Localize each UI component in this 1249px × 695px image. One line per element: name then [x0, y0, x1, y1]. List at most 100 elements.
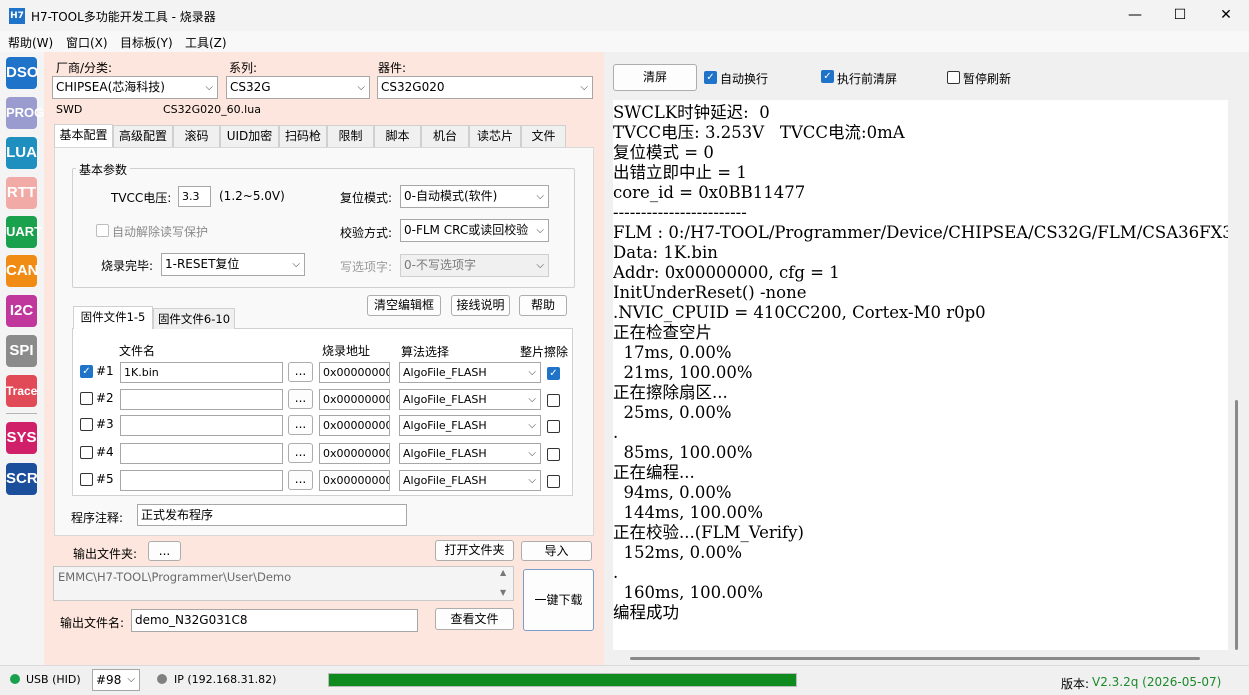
full-erase-checkbox[interactable] — [547, 394, 560, 407]
erase-header: 整片擦除 — [520, 345, 569, 359]
tab-files-1-5[interactable]: 固件文件1-5 — [73, 306, 153, 329]
file-name-input[interactable]: 1K.bin — [120, 362, 283, 383]
one-key-download-button[interactable]: 一键下载 — [523, 569, 594, 631]
file-enable-checkbox[interactable] — [80, 418, 93, 431]
burn-done-select[interactable]: 1-RESET复位 ⌵ — [161, 253, 305, 276]
console-vertical-scrollbar[interactable] — [1235, 400, 1238, 650]
file-name-input[interactable] — [120, 470, 283, 491]
clear-editor-button[interactable]: 清空编辑框 — [367, 295, 441, 316]
tab-script[interactable]: 脚本 — [374, 125, 421, 147]
open-folder-button[interactable]: 打开文件夹 — [435, 540, 514, 561]
file-address-input[interactable]: 0x00000000 — [319, 415, 390, 436]
file-browse-button[interactable]: ... — [288, 443, 313, 463]
sidebar-prog-button[interactable]: PROG — [6, 97, 44, 129]
algo-select-value: AlgoFile_FLASH — [403, 419, 487, 432]
tab-advanced-config[interactable]: 高级配置 — [113, 125, 173, 147]
menu-window[interactable]: 窗口(X) — [66, 34, 108, 51]
help-button[interactable]: 帮助 — [519, 295, 567, 316]
view-file-button[interactable]: 查看文件 — [435, 608, 514, 630]
verify-select[interactable]: 0-FLM CRC或读回校验 ⌵ — [400, 219, 549, 242]
sidebar-scr-button[interactable]: SCR — [6, 463, 38, 495]
auto-unprotect-checkbox[interactable] — [96, 224, 109, 237]
sidebar-can-button[interactable]: CAN — [6, 255, 39, 287]
file-name-input[interactable] — [120, 389, 283, 410]
file-address-input[interactable]: 0x00000000 — [319, 362, 390, 383]
tab-read-chip[interactable]: 读芯片 — [469, 125, 521, 147]
full-erase-checkbox[interactable] — [547, 475, 560, 488]
clear-before-exec-checkbox[interactable]: ✓ — [821, 70, 834, 83]
sidebar-sys-button[interactable]: SYS — [6, 422, 37, 454]
vendor-label: 厂商/分类: — [56, 61, 113, 75]
file-name-input[interactable] — [120, 443, 283, 464]
algo-select[interactable]: AlgoFile_FLASH ⌵ — [399, 443, 541, 464]
console-line: 17ms, 0.00% — [613, 343, 732, 362]
tvcc-input[interactable]: 3.3 — [178, 186, 211, 207]
file-enable-checkbox[interactable]: ✓ — [80, 365, 93, 378]
tab-scanner[interactable]: 扫码枪 — [279, 125, 327, 147]
pause-refresh-checkbox[interactable] — [947, 71, 960, 84]
file-browse-button[interactable]: ... — [288, 415, 313, 435]
menu-tools[interactable]: 工具(Z) — [185, 34, 227, 51]
full-erase-checkbox[interactable] — [547, 448, 560, 461]
import-button[interactable]: 导入 — [521, 541, 592, 561]
algo-select[interactable]: AlgoFile_FLASH ⌵ — [399, 362, 541, 383]
output-filename-input[interactable]: demo_N32G031C8 — [131, 609, 418, 632]
tab-rolling-code[interactable]: 滚码 — [173, 125, 220, 147]
program-note-input[interactable]: 正式发布程序 — [137, 504, 407, 526]
tab-machine[interactable]: 机台 — [421, 125, 469, 147]
file-address-input[interactable]: 0x00000000 — [319, 470, 390, 491]
file-address-input[interactable]: 0x00000000 — [319, 443, 390, 464]
maximize-button[interactable]: ☐ — [1157, 0, 1203, 31]
scroll-up-icon[interactable]: ▲ — [500, 568, 506, 577]
full-erase-checkbox[interactable] — [547, 420, 560, 433]
sidebar-spi-button[interactable]: SPI — [6, 335, 37, 367]
algo-select[interactable]: AlgoFile_FLASH ⌵ — [399, 415, 541, 436]
option-bytes-select[interactable]: 0-不写选项字 ⌵ — [400, 254, 549, 277]
sidebar-dso-button[interactable]: DSO — [6, 57, 39, 89]
tab-files-6-10[interactable]: 固件文件6-10 — [153, 308, 235, 329]
vendor-select[interactable]: CHIPSEA(芯海科技) ⌵ — [52, 76, 218, 99]
part-select[interactable]: CS32G020 ⌵ — [377, 76, 593, 99]
tab-uid-encrypt[interactable]: UID加密 — [220, 125, 279, 147]
file-enable-checkbox[interactable] — [80, 473, 93, 486]
console-horizontal-scrollbar[interactable] — [630, 657, 1200, 660]
sidebar: DSO PROG LUA RTT UART CAN I2C SPI Trace … — [0, 52, 44, 665]
algo-select-value: AlgoFile_FLASH — [403, 447, 487, 460]
port-select[interactable]: #98 ⌵ — [92, 669, 140, 691]
file-address-input[interactable]: 0x00000000 — [319, 389, 390, 410]
file-browse-button[interactable]: ... — [288, 389, 313, 409]
file-browse-button[interactable]: ... — [288, 470, 313, 490]
algo-select[interactable]: AlgoFile_FLASH ⌵ — [399, 389, 541, 410]
sidebar-trace-button[interactable]: Trace — [6, 375, 37, 407]
sidebar-lua-button[interactable]: LUA — [6, 137, 37, 169]
sidebar-uart-button[interactable]: UART — [6, 216, 42, 248]
auto-wrap-checkbox[interactable]: ✓ — [704, 71, 717, 84]
reset-mode-select[interactable]: 0-自动模式(软件) ⌵ — [400, 185, 549, 208]
sidebar-divider — [6, 413, 37, 414]
output-folder-path-box[interactable]: EMMC\H7-TOOL\Programmer\User\Demo ▲ ▼ — [53, 566, 514, 601]
clear-screen-button[interactable]: 清屏 — [613, 64, 697, 91]
close-button[interactable]: ✕ — [1203, 0, 1249, 31]
minimize-button[interactable]: — — [1112, 0, 1158, 31]
algo-select[interactable]: AlgoFile_FLASH ⌵ — [399, 470, 541, 491]
full-erase-checkbox[interactable]: ✓ — [547, 367, 560, 380]
file-name-input[interactable] — [120, 415, 283, 436]
sidebar-rtt-button[interactable]: RTT — [6, 177, 37, 209]
tab-limit[interactable]: 限制 — [327, 125, 374, 147]
console-line: 25ms, 0.00% — [613, 403, 732, 422]
console-line: 94ms, 0.00% — [613, 483, 732, 502]
scroll-down-icon[interactable]: ▼ — [500, 588, 506, 597]
tab-basic-config[interactable]: 基本配置 — [54, 124, 113, 148]
menu-help[interactable]: 帮助(W) — [8, 34, 53, 51]
series-select[interactable]: CS32G ⌵ — [226, 76, 370, 99]
sidebar-i2c-button[interactable]: I2C — [6, 295, 37, 327]
file-enable-checkbox[interactable] — [80, 392, 93, 405]
output-folder-browse-button[interactable]: ... — [148, 541, 181, 561]
chevron-down-icon: ⌵ — [528, 394, 536, 405]
wiring-guide-button[interactable]: 接线说明 — [451, 295, 510, 316]
console-output[interactable]: SWCLK时钟延迟: 0 TVCC电压: 3.253V TVCC电流:0mA 复位模… — [613, 100, 1228, 650]
file-enable-checkbox[interactable] — [80, 446, 93, 459]
menu-target-board[interactable]: 目标板(Y) — [120, 34, 173, 51]
tab-file[interactable]: 文件 — [521, 125, 566, 147]
file-browse-button[interactable]: ... — [288, 362, 313, 382]
